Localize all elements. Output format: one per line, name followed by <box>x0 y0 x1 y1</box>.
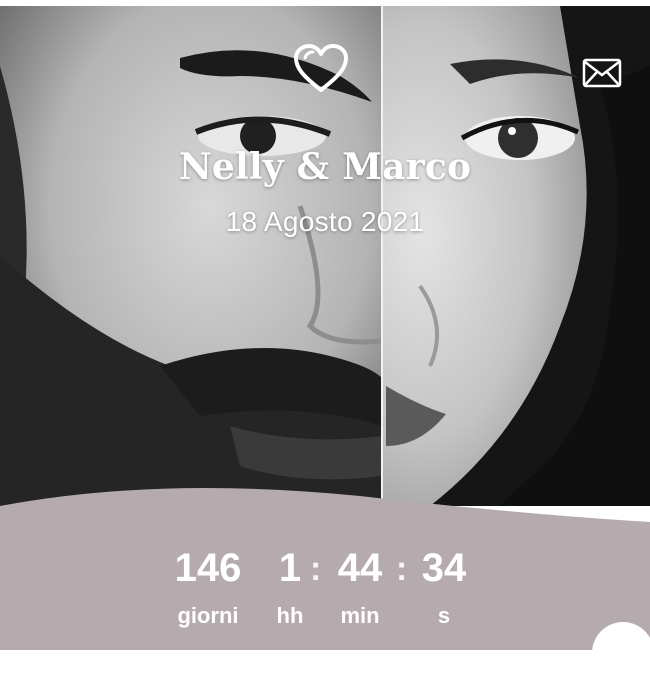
countdown-hours-label: hh <box>276 603 304 628</box>
countdown-hours-value: 1 <box>278 546 302 590</box>
countdown-days-value: 146 <box>174 546 242 590</box>
floating-action-button[interactable] <box>592 622 650 684</box>
countdown-days-label: giorni <box>177 603 239 628</box>
heart-icon <box>293 44 349 94</box>
envelope-icon[interactable] <box>582 58 622 88</box>
countdown-separator: : <box>396 550 408 588</box>
countdown-minutes-value: 44 <box>337 546 383 590</box>
countdown-seconds-label: s <box>437 603 451 628</box>
countdown-separator: : <box>310 550 322 588</box>
countdown-panel <box>0 486 650 650</box>
cover-photo: Nelly & Marco 18 Agosto 2021 <box>0 6 650 506</box>
wedding-date: 18 Agosto 2021 <box>225 206 425 237</box>
countdown-minutes-label: min <box>340 603 380 628</box>
couple-names: Nelly & Marco <box>178 146 472 188</box>
countdown-seconds-value: 34 <box>421 546 467 590</box>
